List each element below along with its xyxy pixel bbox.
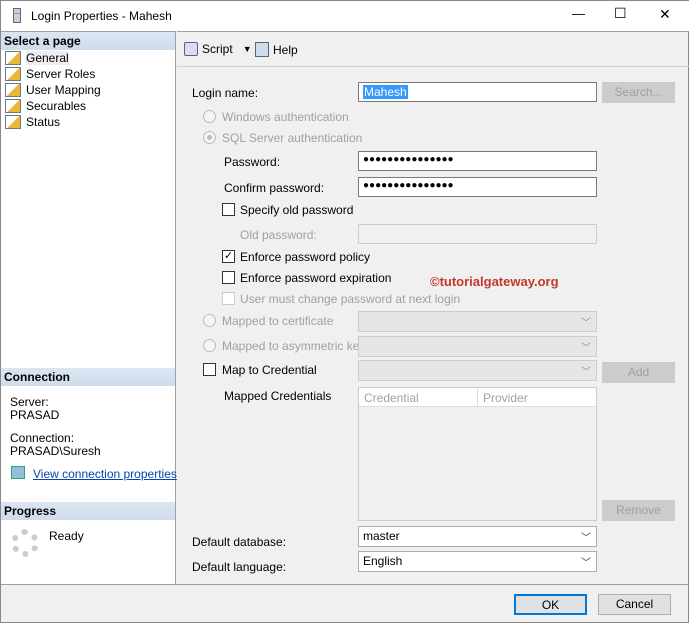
sql-auth-label: SQL Server authentication bbox=[222, 131, 363, 145]
page-icon bbox=[5, 51, 21, 65]
help-label: Help bbox=[273, 42, 298, 57]
default-database-value: master bbox=[363, 529, 400, 543]
login-name-value: Mahesh bbox=[363, 85, 408, 99]
default-database-label: Default database: bbox=[192, 535, 287, 549]
progress-status: Ready bbox=[49, 529, 84, 543]
mapped-asymmetric-key-radio[interactable] bbox=[203, 339, 216, 352]
help-icon bbox=[255, 42, 269, 57]
sql-auth-radio[interactable] bbox=[203, 131, 216, 144]
must-change-label: User must change password at next login bbox=[240, 292, 461, 306]
sidebar-item-user-mapping[interactable]: User Mapping bbox=[5, 82, 101, 98]
progress-spinner-icon bbox=[11, 529, 39, 557]
must-change-checkbox[interactable] bbox=[222, 292, 235, 305]
sidebar-item-server-roles[interactable]: Server Roles bbox=[5, 66, 95, 82]
maximize-button[interactable]: ☐ bbox=[614, 5, 627, 22]
page-icon bbox=[5, 115, 21, 129]
default-language-label: Default language: bbox=[192, 560, 287, 574]
server-value: PRASAD bbox=[10, 408, 60, 422]
certificate-select[interactable]: ﹀ bbox=[358, 311, 597, 332]
map-credential-checkbox[interactable] bbox=[203, 363, 216, 376]
default-language-select[interactable]: English ﹀ bbox=[358, 551, 597, 572]
cancel-button[interactable]: Cancel bbox=[598, 594, 671, 615]
sidebar-item-general[interactable]: General bbox=[5, 50, 69, 66]
window-title: Login Properties - Mahesh bbox=[31, 9, 172, 23]
sidebar-item-label: User Mapping bbox=[26, 83, 101, 97]
select-page-header: Select a page bbox=[1, 32, 175, 50]
view-connection-properties-link[interactable]: View connection properties bbox=[33, 467, 177, 481]
windows-auth-radio[interactable] bbox=[203, 110, 216, 123]
confirm-password-label: Confirm password: bbox=[224, 181, 325, 195]
chevron-down-icon: ﹀ bbox=[581, 533, 591, 544]
mapped-credentials-grid[interactable]: Credential Provider bbox=[358, 387, 597, 521]
column-header-credential[interactable]: Credential bbox=[359, 388, 478, 406]
minimize-button[interactable]: — bbox=[572, 6, 585, 21]
dropdown-arrow-icon: ▼ bbox=[242, 44, 252, 54]
chevron-down-icon: ﹀ bbox=[581, 367, 591, 378]
mapped-asymmetric-key-label: Mapped to asymmetric key bbox=[222, 339, 366, 353]
page-icon bbox=[5, 67, 21, 81]
windows-auth-label: Windows authentication bbox=[222, 110, 349, 124]
app-icon bbox=[13, 8, 21, 23]
title-bar: Login Properties - Mahesh — ☐ ✕ bbox=[1, 1, 689, 31]
sidebar-item-label: Server Roles bbox=[26, 67, 96, 81]
enforce-policy-checkbox[interactable]: ✓ bbox=[222, 250, 235, 263]
grid-header: Credential Provider bbox=[359, 388, 596, 407]
chevron-down-icon: ﹀ bbox=[581, 343, 591, 354]
sidebar-item-label: Status bbox=[26, 115, 61, 129]
server-label: Server: bbox=[10, 395, 49, 409]
asymmetric-key-select[interactable]: ﹀ bbox=[358, 336, 597, 357]
search-button[interactable]: Search... bbox=[602, 82, 675, 103]
help-button[interactable]: Help bbox=[255, 42, 298, 57]
enforce-expiration-checkbox[interactable] bbox=[222, 271, 235, 284]
sidebar: Select a page General Server Roles User … bbox=[1, 31, 177, 584]
password-label: Password: bbox=[224, 155, 281, 169]
page-icon bbox=[5, 99, 21, 113]
login-name-label: Login name: bbox=[192, 86, 259, 100]
add-button[interactable]: Add bbox=[602, 362, 675, 383]
script-icon bbox=[184, 42, 198, 56]
footer-divider bbox=[1, 584, 689, 585]
progress-header: Progress bbox=[1, 502, 175, 520]
close-button[interactable]: ✕ bbox=[659, 6, 671, 23]
default-language-value: English bbox=[363, 554, 403, 568]
script-label: Script bbox=[202, 42, 233, 56]
chevron-down-icon: ﹀ bbox=[581, 558, 591, 569]
watermark: ©tutorialgateway.org bbox=[430, 274, 559, 289]
sidebar-item-label: Securables bbox=[26, 99, 87, 113]
sidebar-item-securables[interactable]: Securables bbox=[5, 98, 86, 114]
specify-old-password-checkbox[interactable] bbox=[222, 203, 235, 216]
column-header-provider[interactable]: Provider bbox=[478, 388, 533, 406]
chevron-down-icon: ﹀ bbox=[581, 318, 591, 329]
specify-old-password-label: Specify old password bbox=[240, 203, 354, 217]
confirm-password-input[interactable]: ●●●●●●●●●●●●●●● bbox=[358, 177, 597, 197]
mapped-credentials-label: Mapped Credentials bbox=[224, 389, 332, 403]
script-button[interactable]: Script ▼ bbox=[184, 42, 252, 56]
connection-header: Connection bbox=[1, 368, 175, 386]
connection-value: PRASAD\Suresh bbox=[10, 444, 101, 458]
password-input[interactable]: ●●●●●●●●●●●●●●● bbox=[358, 151, 597, 171]
login-name-input[interactable]: Mahesh bbox=[358, 82, 597, 102]
credential-select[interactable]: ﹀ bbox=[358, 360, 597, 381]
old-password-label: Old password: bbox=[240, 228, 317, 242]
sidebar-item-label: General bbox=[26, 51, 69, 65]
remove-button[interactable]: Remove bbox=[602, 500, 675, 521]
enforce-expiration-label: Enforce password expiration bbox=[240, 271, 392, 285]
page-icon bbox=[5, 83, 21, 97]
ok-button[interactable]: OK bbox=[514, 594, 587, 615]
toolbar: Script ▼ Help bbox=[177, 31, 689, 67]
connection-properties-icon bbox=[11, 466, 25, 479]
map-credential-label: Map to Credential bbox=[222, 363, 317, 377]
mapped-certificate-radio[interactable] bbox=[203, 314, 216, 327]
connection-label: Connection: bbox=[10, 431, 75, 445]
old-password-input[interactable] bbox=[358, 224, 597, 244]
default-database-select[interactable]: master ﹀ bbox=[358, 526, 597, 547]
mapped-certificate-label: Mapped to certificate bbox=[222, 314, 334, 328]
enforce-policy-label: Enforce password policy bbox=[240, 250, 371, 264]
sidebar-item-status[interactable]: Status bbox=[5, 114, 60, 130]
